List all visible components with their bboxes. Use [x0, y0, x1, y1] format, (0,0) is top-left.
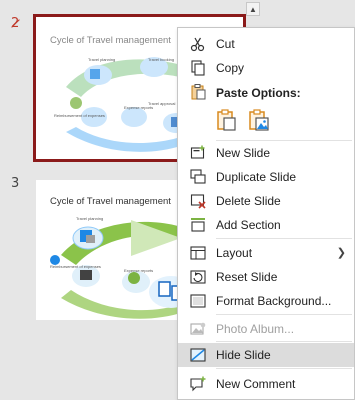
menu-separator: [216, 341, 352, 342]
menu-separator: [216, 314, 352, 315]
menu-separator: [216, 238, 352, 239]
menu-item-label: Delete Slide: [216, 194, 281, 208]
paste-destination-theme-icon: [217, 109, 236, 131]
slide-2-label: Travel planning: [88, 57, 116, 62]
menu-item-label: Photo Album...: [216, 322, 295, 336]
menu-item-label: Format Background...: [216, 294, 332, 308]
menu-item-label: Reset Slide: [216, 270, 278, 284]
menu-item-label: Add Section: [216, 218, 281, 232]
duplicate-slide-icon: [190, 169, 206, 184]
menu-item-label: Hide Slide: [216, 348, 271, 362]
menu-item-label: New Slide: [216, 146, 271, 160]
menu-item-new-slide[interactable]: New Slide: [178, 141, 354, 165]
slide-3-label: Expense reports: [124, 268, 154, 273]
menu-item-label: Copy: [216, 61, 245, 75]
menu-item-label: New Comment: [216, 377, 296, 391]
slide-3-label: Reimbursement of expenses: [50, 264, 101, 269]
scissors-icon: [190, 37, 205, 52]
copy-icon: [191, 60, 205, 76]
slide-2-label: Travel booking: [148, 57, 175, 62]
slide-2-label: Expense reports: [124, 105, 154, 110]
reset-slide-icon: [190, 270, 206, 284]
menu-item-layout[interactable]: Layout ❯: [178, 241, 354, 265]
scroll-up-button[interactable]: ▲: [246, 2, 260, 16]
format-background-icon: [190, 294, 206, 308]
menu-item-label: Duplicate Slide: [216, 170, 297, 184]
menu-separator: [216, 368, 352, 369]
menu-item-copy[interactable]: Copy: [178, 56, 354, 80]
delete-slide-icon: [190, 194, 206, 209]
paste-picture-icon: [249, 109, 269, 131]
context-menu: Cut Copy Paste Options: New Slide Duplic…: [177, 27, 355, 400]
slide-2-label: Reimbursement of expenses: [54, 113, 105, 118]
menu-item-format-background[interactable]: Format Background...: [178, 289, 354, 313]
layout-icon: [190, 246, 206, 260]
paste-icon: [191, 84, 206, 100]
slide-number-3: 3: [11, 176, 20, 191]
new-comment-icon: [190, 376, 206, 392]
paste-as-picture-button[interactable]: [247, 108, 271, 132]
menu-item-delete-slide[interactable]: Delete Slide: [178, 189, 354, 213]
hide-slide-icon: [190, 348, 206, 362]
paste-use-destination-theme-button[interactable]: [215, 108, 239, 132]
slide-3-label: Travel planning: [76, 216, 104, 221]
menu-item-photo-album[interactable]: Photo Album...: [178, 317, 354, 341]
menu-item-reset-slide[interactable]: Reset Slide: [178, 265, 354, 289]
menu-item-hide-slide[interactable]: Hide Slide: [178, 343, 354, 367]
add-section-icon: [191, 218, 205, 232]
menu-item-cut[interactable]: Cut: [178, 32, 354, 56]
new-slide-icon: [190, 145, 205, 159]
menu-item-new-comment[interactable]: New Comment: [178, 372, 354, 396]
slide-number-2: 2: [11, 16, 20, 31]
paste-options-label: Paste Options:: [216, 86, 301, 100]
photo-album-icon: [190, 322, 206, 335]
menu-item-add-section[interactable]: Add Section: [178, 213, 354, 237]
menu-item-duplicate-slide[interactable]: Duplicate Slide: [178, 165, 354, 189]
submenu-chevron-right-icon: ❯: [336, 247, 346, 259]
menu-item-label: Layout: [216, 246, 253, 260]
menu-item-label: Cut: [216, 37, 235, 51]
